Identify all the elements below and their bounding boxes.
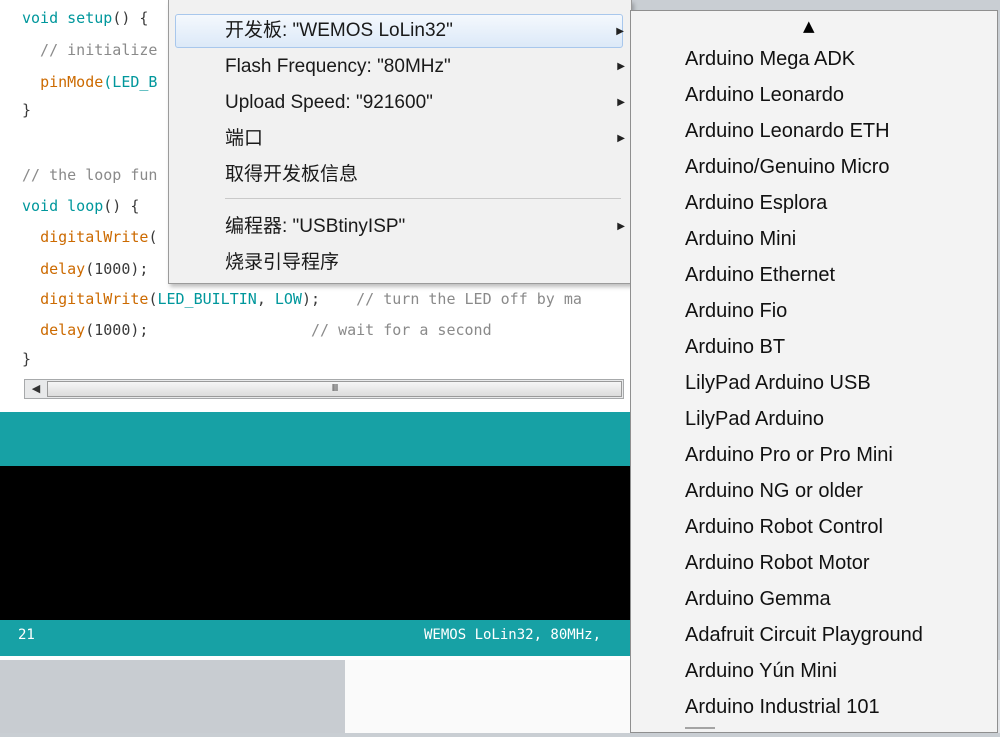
board-menu-item[interactable]: Arduino Esplora: [685, 185, 827, 221]
submenu-arrow-icon: ▶: [617, 133, 625, 144]
submenu-arrow-icon: ▶: [617, 221, 625, 232]
code-line: digitalWrite(LED_BUILTIN, LOW); // turn …: [22, 289, 582, 309]
code-token: }: [22, 101, 32, 119]
code-token: (1000);: [85, 321, 149, 339]
code-token: (: [148, 228, 158, 246]
tools-menu-item[interactable]: 烧录引导程序: [175, 246, 623, 280]
board-menu-item[interactable]: Arduino Ethernet: [685, 257, 835, 293]
board-menu-item[interactable]: Arduino NG or older: [685, 473, 863, 509]
code-line: void loop() {: [22, 196, 139, 216]
board-menu-item[interactable]: Arduino Mega ADK: [685, 41, 855, 77]
code-line: // initialize: [22, 40, 157, 60]
code-line: digitalWrite(: [22, 227, 157, 247]
board-menu-item[interactable]: Arduino Pro or Pro Mini: [685, 437, 893, 473]
status-footer: 21 WEMOS LoLin32, 80MHz,: [0, 620, 632, 656]
board-menu-item[interactable]: Arduino Leonardo: [685, 77, 844, 113]
submenu-arrow-icon: ▶: [617, 61, 625, 72]
menu-separator: [225, 198, 621, 199]
tools-menu-item[interactable]: 端口 ▶: [175, 122, 625, 156]
code-token: // wait for a second: [148, 321, 492, 339]
desktop-background-mid: [345, 660, 635, 733]
code-token: loop: [67, 197, 104, 215]
code-token: void: [22, 197, 68, 215]
board-menu-item[interactable]: Arduino Yún Mini: [685, 653, 837, 689]
code-token: }: [22, 350, 32, 368]
tools-menu-item[interactable]: Flash Frequency: "80MHz" ▶: [175, 50, 625, 84]
line-number: 21: [18, 627, 35, 643]
menu-item-label: Flash Frequency: "80MHz": [225, 56, 451, 77]
scroll-up-icon[interactable]: ▲: [803, 17, 815, 35]
code-token: );: [301, 290, 357, 308]
console-output: [0, 466, 632, 620]
board-menu-item[interactable]: Arduino Robot Motor: [685, 545, 870, 581]
submenu-arrow-icon: ▶: [617, 97, 625, 108]
code-line: }: [22, 100, 31, 120]
board-menu-item[interactable]: LilyPad Arduino: [685, 401, 824, 437]
menu-item-label: 开发板: "WEMOS LoLin32": [225, 20, 453, 41]
code-token: (LED_B: [103, 73, 158, 91]
tools-menu-item[interactable]: 取得开发板信息: [175, 158, 623, 192]
code-token: // turn the LED off by ma: [356, 290, 582, 308]
code-token: // the loop fun: [22, 166, 158, 184]
code-token: digitalWrite: [40, 228, 149, 246]
board-menu-item[interactable]: Arduino Mini: [685, 221, 796, 257]
board-menu-item[interactable]: Arduino Gemma: [685, 581, 831, 617]
board-menu-item[interactable]: Adafruit Circuit Playground: [685, 617, 923, 653]
horizontal-scrollbar[interactable]: ◀ III: [24, 379, 624, 399]
code-line: pinMode(LED_B: [22, 72, 157, 92]
board-menu-item[interactable]: Arduino Fio: [685, 293, 787, 329]
code-token: pinMode: [40, 73, 104, 91]
partially-visible-item: [685, 727, 715, 737]
board-menu-item[interactable]: Arduino/Genuino Micro: [685, 149, 890, 185]
code-token: setup: [67, 9, 113, 27]
code-line: void setup() {: [22, 8, 148, 28]
code-token: LOW: [274, 290, 302, 308]
board-menu-item[interactable]: Arduino Robot Control: [685, 509, 883, 545]
board-menu-item[interactable]: Arduino BT: [685, 329, 785, 365]
code-token: delay: [40, 260, 86, 278]
code-token: digitalWrite: [40, 290, 149, 308]
menu-item-label: 取得开发板信息: [225, 164, 359, 185]
scrollbar-thumb[interactable]: III: [47, 381, 622, 397]
tools-menu-item[interactable]: 开发板: "WEMOS LoLin32" ▶: [175, 14, 624, 48]
tools-menu: 开发板: "WEMOS LoLin32" ▶ Flash Frequency: "8…: [168, 0, 632, 284]
code-token: delay: [40, 321, 86, 339]
code-token: LED_BUILTIN: [157, 290, 257, 308]
code-line: // the loop fun: [22, 165, 157, 185]
menu-item-label: 编程器: "USBtinyISP": [225, 216, 406, 237]
board-submenu: ▲ Arduino Mega ADK Arduino Leonardo Arduin…: [630, 10, 998, 733]
menu-item-label: 烧录引导程序: [225, 252, 340, 273]
code-token: () {: [103, 197, 140, 215]
board-menu-item[interactable]: LilyPad Arduino USB: [685, 365, 871, 401]
board-info: WEMOS LoLin32, 80MHz,: [424, 627, 602, 643]
board-menu-item[interactable]: Arduino Industrial 101: [685, 689, 880, 725]
code-line: delay(1000);: [22, 259, 148, 279]
code-token: (1000);: [85, 260, 149, 278]
code-token: // initialize: [22, 41, 158, 59]
code-token: void: [22, 9, 68, 27]
code-line: delay(1000); // wait for a second: [22, 320, 492, 340]
code-line: }: [22, 349, 31, 369]
submenu-arrow-icon: ▶: [616, 26, 624, 37]
code-token: ,: [256, 290, 275, 308]
code-token: () {: [112, 9, 149, 27]
board-menu-item[interactable]: Arduino Leonardo ETH: [685, 113, 890, 149]
desktop-background-left: [0, 660, 345, 733]
tools-menu-item[interactable]: Upload Speed: "921600" ▶: [175, 86, 625, 120]
scroll-left-arrow-icon[interactable]: ◀: [25, 380, 47, 398]
menu-item-label: Upload Speed: "921600": [225, 92, 433, 113]
message-area: [0, 412, 632, 466]
tools-menu-item[interactable]: 编程器: "USBtinyISP" ▶: [175, 210, 625, 244]
menu-item-label: 端口: [225, 128, 264, 149]
